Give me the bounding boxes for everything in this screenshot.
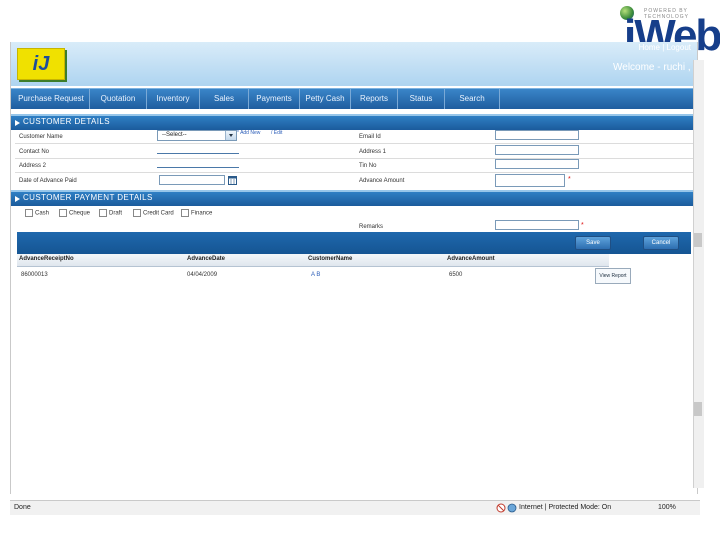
remarks-field[interactable] [495, 220, 579, 230]
browser-statusbar: Done Internet | Protected Mode: On 100% [10, 500, 700, 515]
remarks-label: Remarks [359, 224, 384, 230]
email-label: Email Id [359, 134, 381, 140]
nav-status[interactable]: Status [398, 89, 445, 109]
advance-amount-field[interactable] [495, 174, 565, 187]
nav-inventory[interactable]: Inventory [147, 89, 200, 109]
scrollbar-thumb[interactable] [694, 233, 702, 247]
add-new-link[interactable]: * Add New [237, 130, 260, 136]
tin-label: Tin No [359, 163, 377, 169]
nav-payments[interactable]: Payments [249, 89, 300, 109]
row-divider [15, 143, 693, 144]
nav-quotation[interactable]: Quotation [90, 89, 147, 109]
cancel-button[interactable]: Cancel [643, 236, 679, 250]
col-receipt-header[interactable]: AdvanceReceiptNo [19, 256, 74, 262]
app-logo: iJ [17, 48, 65, 80]
date-field[interactable] [159, 175, 225, 185]
nav-purchase-request[interactable]: Purchase Request [13, 89, 90, 109]
tin-field[interactable] [495, 159, 579, 169]
nav-sales[interactable]: Sales [200, 89, 249, 109]
date-label: Date of Advance Paid [19, 178, 77, 184]
internet-zone-icon [507, 503, 517, 513]
triangle-icon [15, 120, 20, 126]
required-marker: * [581, 222, 584, 229]
address1-field[interactable] [495, 145, 579, 155]
draft-checkbox[interactable]: Draft [99, 209, 122, 217]
payment-details-header: CUSTOMER PAYMENT DETAILS [11, 190, 697, 206]
customer-name-select[interactable]: --Select-- [157, 130, 237, 141]
status-text: Done [14, 504, 31, 511]
row-divider [15, 172, 693, 173]
cell-customer[interactable]: A B [311, 272, 320, 278]
main-nav: Purchase Request Quotation Inventory Sal… [11, 88, 697, 109]
edit-link[interactable]: / Edit [271, 130, 282, 136]
finance-checkbox[interactable]: Finance [181, 209, 212, 217]
col-amount-header[interactable]: AdvanceAmount [447, 256, 495, 262]
contact-field[interactable] [157, 144, 239, 154]
scrollbar-arrow[interactable] [694, 402, 702, 416]
cell-amount: 6500 [449, 272, 463, 278]
cell-receipt: 86000013 [21, 272, 48, 278]
advance-amount-label: Advance Amount [359, 178, 405, 184]
zone-text: Internet | Protected Mode: On [519, 504, 612, 511]
vertical-scrollbar[interactable] [693, 60, 704, 488]
cash-checkbox[interactable]: Cash [25, 209, 49, 217]
calendar-icon[interactable] [228, 175, 237, 185]
nav-reports[interactable]: Reports [351, 89, 398, 109]
contact-label: Contact No [19, 149, 50, 155]
customer-details-header: CUSTOMER DETAILS [11, 114, 697, 130]
col-date-header[interactable]: AdvanceDate [187, 256, 225, 262]
customer-name-label: Customer Name [19, 134, 63, 140]
col-customer-header[interactable]: CustomerName [308, 256, 352, 262]
app-window: iJ Home | Logout Welcome - ruchi , Pune … [10, 42, 717, 494]
address2-field[interactable] [157, 158, 239, 168]
credit-card-checkbox[interactable]: Credit Card [133, 209, 174, 217]
top-links: Home | Logout [638, 43, 691, 52]
row-divider [15, 158, 693, 159]
email-field[interactable] [495, 130, 579, 140]
address1-label: Address 1 [359, 149, 387, 155]
cheque-checkbox[interactable]: Cheque [59, 209, 90, 217]
save-button[interactable]: Save [575, 236, 611, 250]
nav-search[interactable]: Search [445, 89, 500, 109]
nav-petty-cash[interactable]: Petty Cash [300, 89, 351, 109]
grid-header: AdvanceReceiptNo AdvanceDate CustomerNam… [17, 254, 609, 267]
home-link[interactable]: Home [639, 43, 660, 52]
address2-label: Address 2 [19, 163, 47, 169]
logout-link[interactable]: Logout [667, 43, 691, 52]
view-report-button[interactable]: View Report [595, 268, 631, 284]
triangle-icon [15, 196, 20, 202]
chevron-down-icon [225, 131, 236, 140]
required-marker: * [568, 176, 571, 183]
cell-date: 04/04/2009 [187, 272, 218, 278]
zoom-level[interactable]: 100% [658, 504, 676, 511]
security-icon [496, 503, 506, 513]
app-header: iJ Home | Logout Welcome - ruchi , Pune [11, 42, 717, 86]
